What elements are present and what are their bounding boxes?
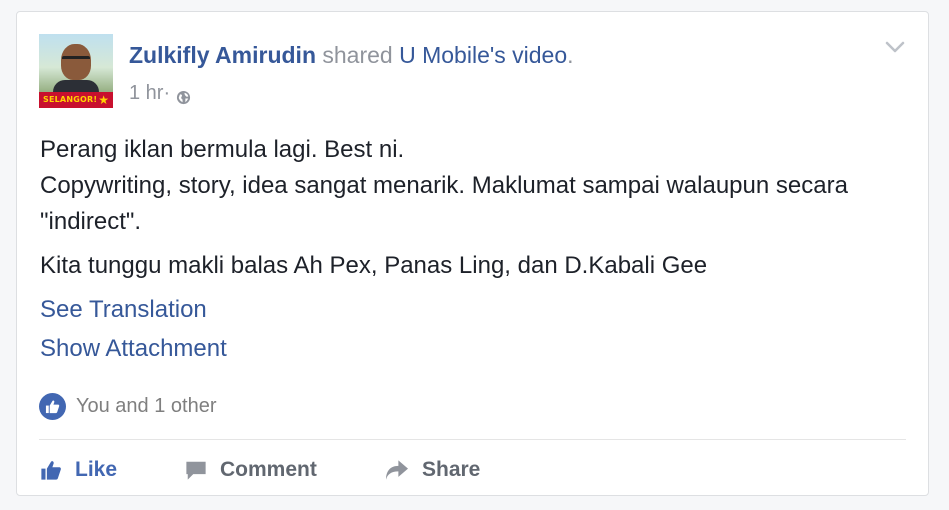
like-label: Like bbox=[75, 458, 118, 481]
post-card: SELANGOR! ★ Zulkifly Amirudin shared U M… bbox=[16, 11, 929, 496]
post-meta: 1 hr · bbox=[129, 80, 191, 106]
reactions-summary[interactable]: You and 1 other bbox=[39, 393, 217, 420]
share-icon bbox=[386, 460, 408, 480]
shared-source-link[interactable]: U Mobile's video bbox=[399, 42, 567, 68]
show-attachment-link[interactable]: Show Attachment bbox=[40, 333, 227, 365]
share-button[interactable]: Share bbox=[384, 452, 480, 488]
reactions-text: You and 1 other bbox=[76, 395, 217, 417]
divider bbox=[39, 439, 906, 440]
like-reaction-icon bbox=[39, 393, 66, 420]
globe-icon[interactable] bbox=[176, 86, 191, 104]
thumbs-up-icon bbox=[41, 461, 61, 480]
post-header: Zulkifly Amirudin shared U Mobile's vide… bbox=[129, 40, 574, 70]
see-translation-link[interactable]: See Translation bbox=[40, 294, 207, 326]
chevron-down-icon[interactable] bbox=[884, 36, 906, 58]
action-text: shared bbox=[316, 42, 400, 68]
meta-separator: · bbox=[163, 82, 171, 104]
action-bar: Like Comment Share bbox=[39, 452, 480, 488]
post-paragraph-1: Perang iklan bermula lagi. Best ni. Copyw… bbox=[40, 136, 848, 235]
star-icon: ★ bbox=[98, 93, 109, 107]
avatar[interactable]: SELANGOR! ★ bbox=[39, 34, 113, 108]
post-body: Perang iklan bermula lagi. Best ni. Copyw… bbox=[40, 132, 900, 284]
author-name[interactable]: Zulkifly Amirudin bbox=[129, 42, 316, 68]
timestamp[interactable]: 1 hr bbox=[129, 80, 163, 106]
comment-icon bbox=[186, 461, 206, 480]
comment-button[interactable]: Comment bbox=[184, 452, 384, 488]
like-button[interactable]: Like bbox=[39, 452, 184, 488]
comment-label: Comment bbox=[220, 458, 317, 481]
post-paragraph-2: Kita tunggu makli balas Ah Pex, Panas Li… bbox=[40, 252, 708, 279]
header-period: . bbox=[567, 42, 574, 68]
share-label: Share bbox=[422, 458, 481, 481]
